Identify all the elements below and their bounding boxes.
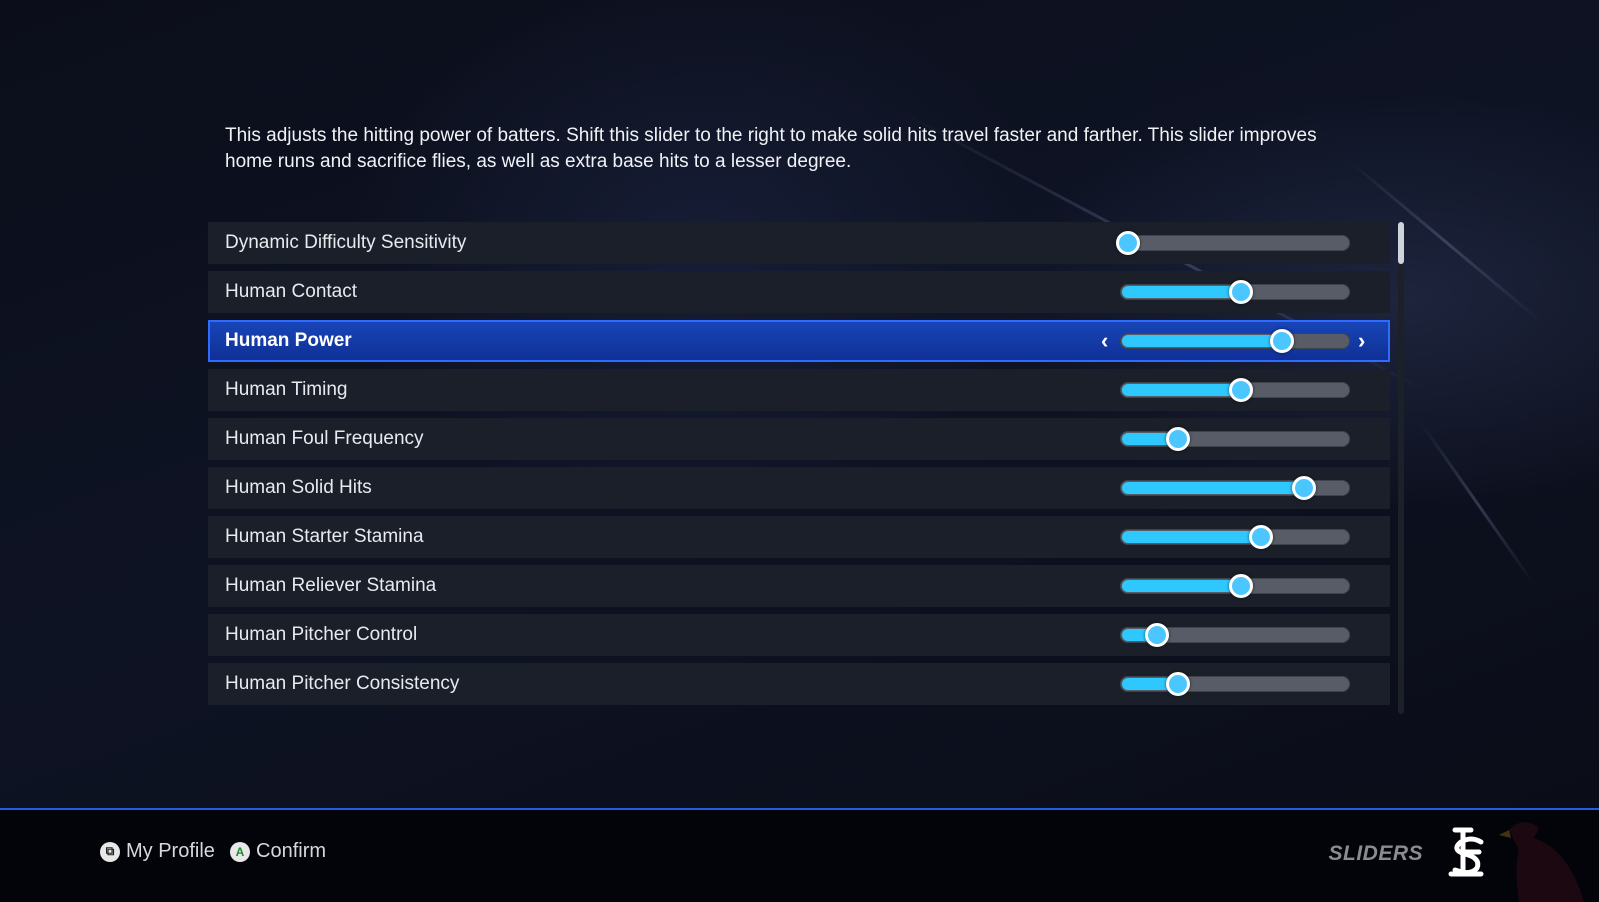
slider-label: Human Reliever Stamina	[225, 575, 437, 596]
slider-fill	[1122, 580, 1235, 592]
slider-knob[interactable]	[1229, 378, 1253, 402]
slider-row[interactable]: Dynamic Difficulty Sensitivity	[208, 222, 1390, 264]
slider-track[interactable]	[1120, 623, 1350, 647]
scrollbar-thumb[interactable]	[1398, 222, 1404, 264]
slider-track[interactable]	[1116, 231, 1350, 255]
decrease-arrow-icon[interactable]: ‹	[1101, 320, 1108, 362]
slider-label: Human Starter Stamina	[225, 526, 424, 547]
slider-fill	[1122, 678, 1172, 690]
slider-label: Human Power	[225, 330, 352, 351]
slider-description: This adjusts the hitting power of batter…	[225, 125, 1317, 172]
slider-knob[interactable]	[1229, 280, 1253, 304]
slider-track[interactable]	[1120, 574, 1350, 598]
slider-row[interactable]: Human Reliever Stamina	[208, 565, 1390, 607]
slider-fill	[1122, 531, 1255, 543]
confirm-label: Confirm	[256, 840, 327, 862]
slider-label: Human Pitcher Consistency	[225, 673, 460, 694]
slider-knob[interactable]	[1292, 476, 1316, 500]
slider-label: Human Foul Frequency	[225, 428, 424, 449]
slider-track[interactable]	[1120, 672, 1350, 696]
view-button-icon: ⧉	[100, 841, 120, 862]
slider-fill	[1122, 433, 1172, 445]
team-logo-icon	[1448, 827, 1484, 877]
slider-knob[interactable]	[1229, 574, 1253, 598]
slider-fill	[1122, 482, 1298, 494]
slider-row[interactable]: Human Contact	[208, 271, 1390, 313]
footer-bar: ⧉ My Profile A Confirm SLIDERS	[0, 808, 1599, 902]
slider-label: Human Solid Hits	[225, 477, 372, 498]
slider-label: Human Pitcher Control	[225, 624, 418, 645]
a-button-icon: A	[230, 841, 250, 862]
slider-label: Human Contact	[225, 281, 358, 302]
slider-track[interactable]	[1120, 525, 1350, 549]
cardinal-bird-icon	[1499, 821, 1584, 902]
slider-track[interactable]	[1120, 329, 1350, 353]
slider-knob[interactable]	[1116, 231, 1140, 255]
slider-row[interactable]: Human Power ‹ ›	[208, 320, 1390, 362]
scrollbar[interactable]	[1398, 222, 1404, 714]
slider-label: Human Timing	[225, 379, 348, 400]
slider-fill	[1122, 384, 1235, 396]
my-profile-hint[interactable]: ⧉ My Profile	[100, 840, 215, 863]
slider-track[interactable]	[1120, 476, 1350, 500]
slider-track[interactable]	[1120, 280, 1350, 304]
slider-row[interactable]: Human Pitcher Consistency	[208, 663, 1390, 705]
increase-arrow-icon[interactable]: ›	[1358, 320, 1365, 362]
slider-row[interactable]: Human Starter Stamina	[208, 516, 1390, 558]
slider-knob[interactable]	[1166, 672, 1190, 696]
slider-track[interactable]	[1120, 378, 1350, 402]
confirm-hint[interactable]: A Confirm	[230, 840, 326, 863]
slider-track[interactable]	[1120, 427, 1350, 451]
screen-title: SLIDERS	[1328, 842, 1423, 865]
my-profile-label: My Profile	[126, 840, 215, 862]
slider-row[interactable]: Human Timing	[208, 369, 1390, 411]
slider-knob[interactable]	[1270, 329, 1294, 353]
slider-knob[interactable]	[1145, 623, 1169, 647]
slider-label: Dynamic Difficulty Sensitivity	[225, 232, 467, 253]
slider-knob[interactable]	[1166, 427, 1190, 451]
slider-row[interactable]: Human Foul Frequency	[208, 418, 1390, 460]
slider-fill	[1122, 286, 1235, 298]
slider-row[interactable]: Human Pitcher Control	[208, 614, 1390, 656]
slider-fill	[1122, 335, 1276, 347]
slider-row[interactable]: Human Solid Hits	[208, 467, 1390, 509]
slider-knob[interactable]	[1249, 525, 1273, 549]
